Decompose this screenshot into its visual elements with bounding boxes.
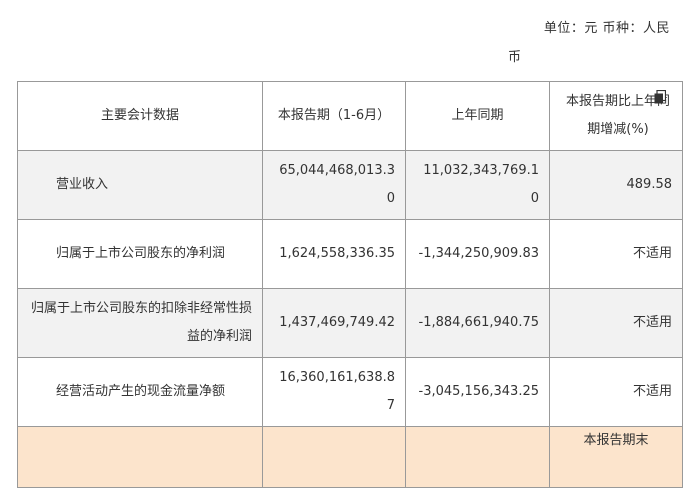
tail-cell-3: [405, 426, 550, 488]
table-row: 经营活动产生的现金流量净额 16,360,161,638.87 -3,045,1…: [17, 357, 683, 427]
table-row: 营业收入 65,044,468,013.30 11,032,343,769.10…: [17, 150, 683, 220]
row-current-value: 1,624,558,336.35: [262, 219, 406, 289]
row-current-value: 1,437,469,749.42: [262, 288, 406, 358]
row-change-value: 不适用: [549, 288, 683, 358]
row-change-value: 不适用: [549, 357, 683, 427]
unit-currency-note: 单位：元 币种：人民: [543, 21, 670, 36]
header-accounting-data: 主要会计数据: [17, 81, 263, 151]
header-current-period: 本报告期（1-6月）: [262, 81, 406, 151]
row-label: 归属于上市公司股东的扣除非经常性损益的净利润: [17, 288, 263, 358]
row-label: 经营活动产生的现金流量净额: [17, 357, 263, 427]
table-header-row-2: 本报告期末: [17, 426, 683, 488]
row-change-value: 不适用: [549, 219, 683, 289]
header-period-end: 本报告期末: [549, 426, 683, 488]
row-current-value: 16,360,161,638.87: [262, 357, 406, 427]
copy-document-icon[interactable]: [654, 90, 666, 104]
tail-cell-1: [17, 426, 263, 488]
row-change-value: 489.58: [549, 150, 683, 220]
financial-data-table: 主要会计数据 本报告期（1-6月） 上年同期 本报告期比上年同期增减(%) 营业…: [17, 81, 683, 488]
row-current-value: 65,044,468,013.30: [262, 150, 406, 220]
header-prior-period: 上年同期: [405, 81, 550, 151]
row-label: 归属于上市公司股东的净利润: [17, 219, 263, 289]
row-prior-value: -1,344,250,909.83: [405, 219, 550, 289]
tail-cell-2: [262, 426, 406, 488]
table-row: 归属于上市公司股东的净利润 1,624,558,336.35 -1,344,25…: [17, 219, 683, 289]
table-row: 归属于上市公司股东的扣除非经常性损益的净利润 1,437,469,749.42 …: [17, 288, 683, 358]
row-prior-value: -3,045,156,343.25: [405, 357, 550, 427]
row-label: 营业收入: [17, 150, 263, 220]
unit-currency-note-wrap: 币: [508, 50, 522, 65]
row-prior-value: -1,884,661,940.75: [405, 288, 550, 358]
table-header-row: 主要会计数据 本报告期（1-6月） 上年同期 本报告期比上年同期增减(%): [17, 81, 683, 151]
header-change-percent: 本报告期比上年同期增减(%): [549, 81, 683, 151]
row-prior-value: 11,032,343,769.10: [405, 150, 550, 220]
